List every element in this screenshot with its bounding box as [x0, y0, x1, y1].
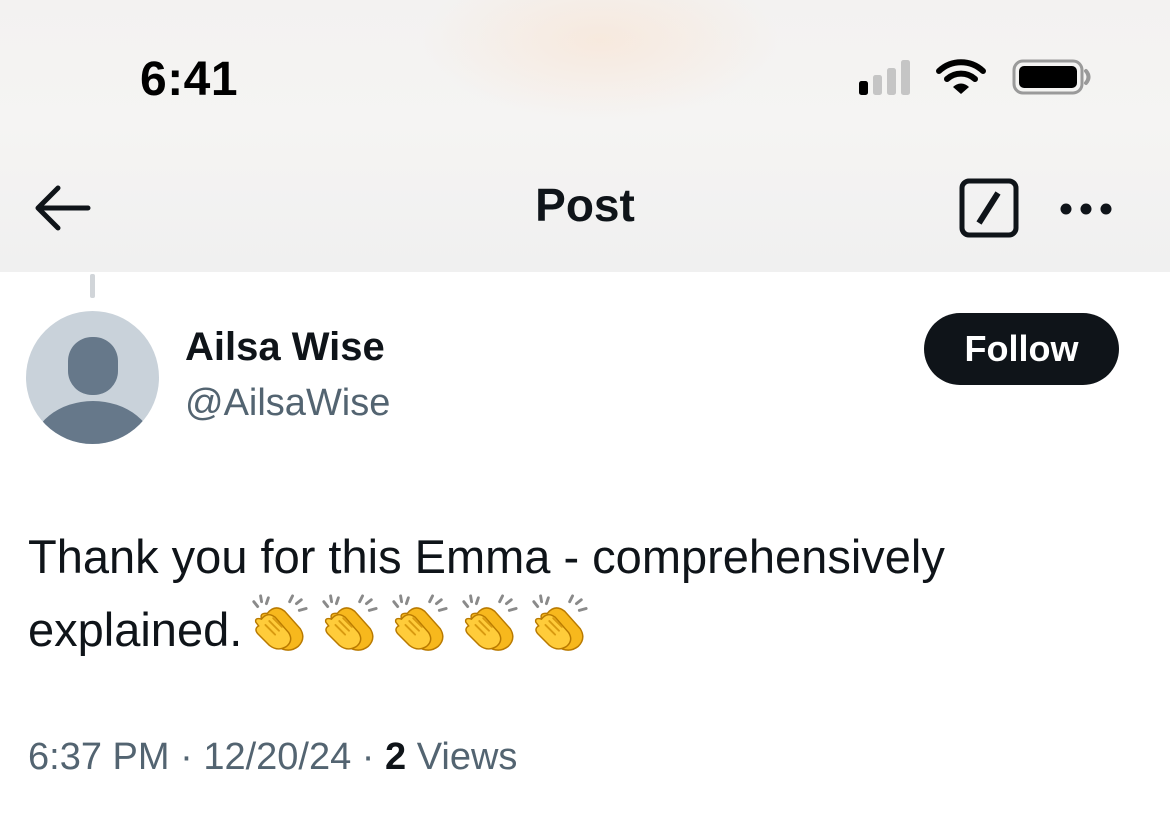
- post-text-line-2: explained.: [28, 592, 1138, 665]
- author-name[interactable]: Ailsa Wise: [185, 325, 385, 370]
- separator: ·: [180, 736, 193, 778]
- post-screen: 6:41 Post Ailsa Wise @AilsaWise Follow T…: [0, 0, 1170, 819]
- battery-icon: [1012, 59, 1091, 95]
- author-handle[interactable]: @AilsaWise: [185, 382, 390, 425]
- views-label[interactable]: Views: [417, 736, 518, 778]
- clapping-hands-icon: [458, 592, 520, 654]
- post-text-line-1: Thank you for this Emma - comprehensivel…: [28, 530, 945, 583]
- grok-icon[interactable]: [958, 178, 1020, 238]
- emoji-group: [248, 592, 590, 654]
- clapping-hands-icon: [248, 592, 310, 654]
- thread-connector-line: [90, 274, 95, 298]
- status-icons: [859, 58, 1092, 96]
- top-bar: 6:41 Post: [0, 0, 1170, 272]
- post-metadata: 6:37 PM · 12/20/24 · 2 Views: [28, 736, 517, 779]
- post-time: 6:37 PM: [28, 736, 170, 778]
- avatar[interactable]: [26, 311, 159, 444]
- clapping-hands-icon: [528, 592, 590, 654]
- post-text: Thank you for this Emma - comprehensivel…: [28, 522, 1138, 665]
- separator: ·: [361, 736, 375, 778]
- default-avatar-icon: [31, 337, 155, 444]
- clapping-hands-icon: [318, 592, 380, 654]
- more-icon[interactable]: [1055, 195, 1117, 223]
- status-time: 6:41: [140, 53, 239, 106]
- clapping-hands-icon: [388, 592, 450, 654]
- follow-button[interactable]: Follow: [924, 313, 1119, 385]
- post-date: 12/20/24: [203, 736, 352, 778]
- views-count[interactable]: 2: [385, 736, 406, 778]
- cellular-signal-icon: [859, 59, 910, 95]
- wifi-icon: [936, 59, 986, 94]
